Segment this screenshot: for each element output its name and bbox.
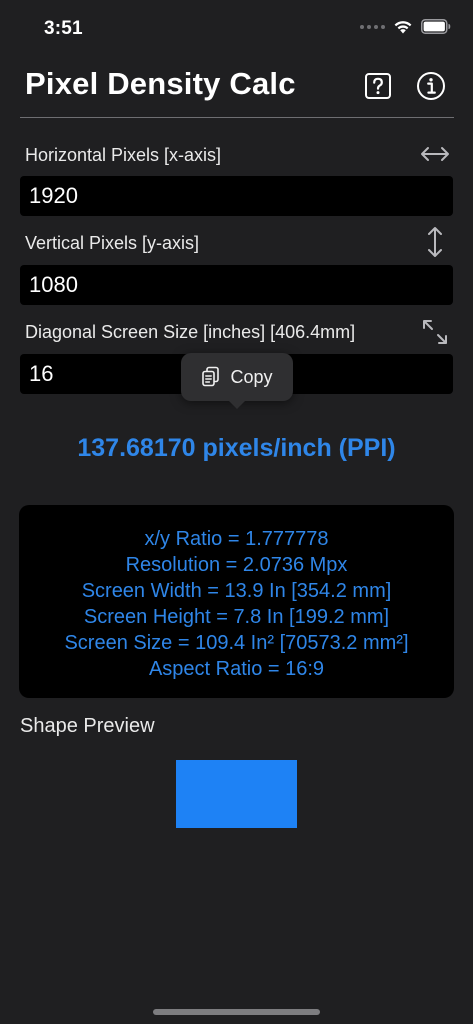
- vertical-pixels-input[interactable]: [20, 265, 453, 305]
- info-button[interactable]: [415, 70, 447, 102]
- stat-screen-height: Screen Height = 7.8 In [199.2 mm]: [83, 606, 390, 628]
- horizontal-pixels-input[interactable]: [20, 176, 453, 216]
- home-indicator[interactable]: [153, 1009, 320, 1015]
- stat-screen-width: Screen Width = 13.9 In [354.2 mm]: [81, 580, 392, 602]
- copy-menu-button[interactable]: Copy: [181, 353, 293, 409]
- battery-icon: [421, 19, 451, 34]
- app-title: Pixel Density Calc: [25, 66, 296, 101]
- header-divider: [20, 117, 454, 118]
- shape-preview-rectangle: [176, 760, 297, 828]
- diagonal-size-label: Diagonal Screen Size [inches] [406.4mm]: [25, 322, 356, 342]
- horizontal-pixels-label: Horizontal Pixels [x-axis]: [25, 145, 222, 165]
- copy-label: Copy: [230, 366, 273, 387]
- status-time: 3:51: [44, 18, 83, 39]
- help-button[interactable]: [362, 70, 394, 102]
- stat-resolution: Resolution = 2.0736 Mpx: [125, 554, 348, 576]
- wifi-icon: [393, 19, 413, 34]
- vertical-pixels-label: Vertical Pixels [y-axis]: [25, 233, 200, 253]
- diagonal-arrows-icon: [419, 316, 451, 348]
- status-bar: 3:51: [0, 0, 473, 56]
- horizontal-arrows-icon: [419, 138, 451, 170]
- stat-screen-size: Screen Size = 109.4 In² [70573.2 mm²]: [64, 632, 409, 654]
- shape-preview-label: Shape Preview: [20, 715, 155, 737]
- stat-aspect-ratio: Aspect Ratio = 16:9: [148, 658, 325, 680]
- vertical-arrows-icon: [419, 226, 451, 258]
- ppi-result: 137.68170 pixels/inch (PPI): [77, 434, 396, 462]
- copy-document-icon: [202, 366, 220, 387]
- stats-panel: x/y Ratio = 1.777778 Resolution = 2.0736…: [19, 505, 454, 698]
- info-circle-icon: [417, 72, 445, 100]
- cellular-signal-icon: [360, 24, 385, 29]
- question-mark-square-icon: [365, 73, 391, 99]
- stat-xy-ratio: x/y Ratio = 1.777778: [144, 528, 329, 550]
- status-indicators: [360, 19, 451, 34]
